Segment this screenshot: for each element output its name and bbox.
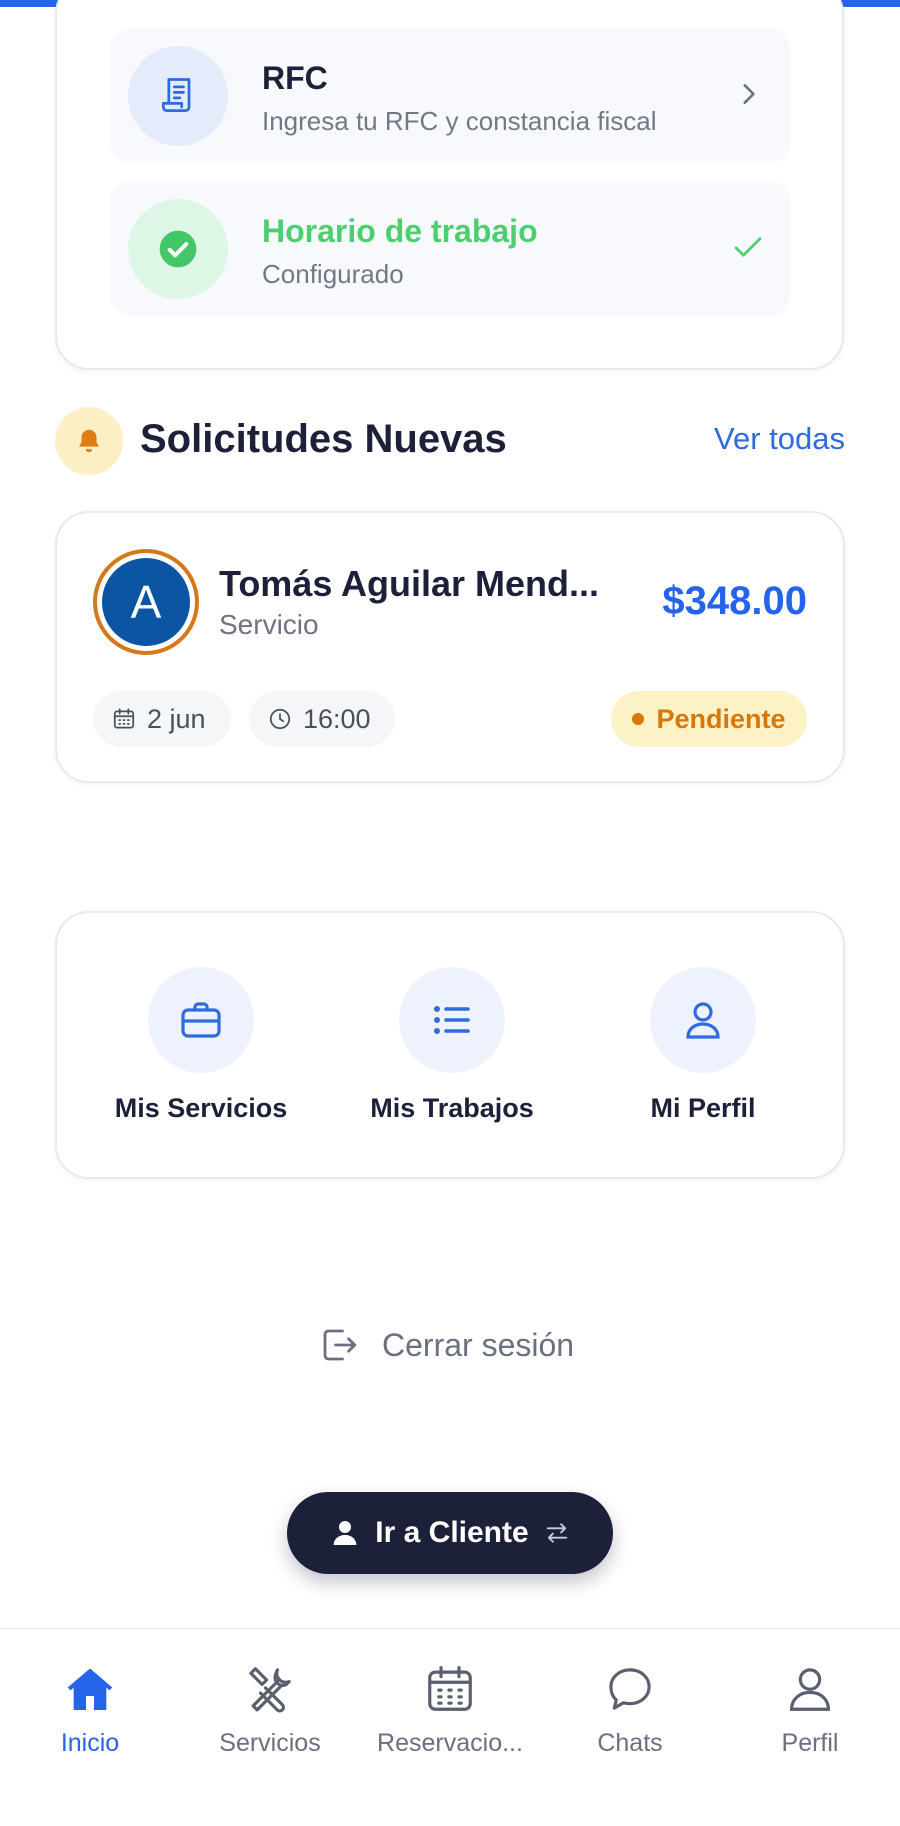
quick-label: Mis Trabajos	[370, 1093, 534, 1123]
swap-arrows-icon	[546, 1523, 567, 1543]
status-dot	[632, 713, 645, 725]
tab-label: Servicios	[219, 1729, 321, 1757]
avatar: A	[93, 549, 199, 655]
tab-label: Chats	[597, 1729, 663, 1757]
rfc-icon-circle	[128, 46, 228, 146]
switch-label: Ir a Cliente	[375, 1516, 529, 1549]
list-icon	[399, 967, 505, 1073]
tools-icon	[240, 1659, 300, 1719]
receipt-icon	[161, 78, 191, 113]
chevron-right-icon	[728, 74, 768, 114]
rfc-title: RFC	[262, 60, 328, 96]
home-icon	[60, 1659, 120, 1719]
service-label: Servicio	[219, 609, 319, 640]
calendar-icon	[113, 708, 135, 729]
tab-chats[interactable]: Chats	[540, 1659, 720, 1769]
chat-icon	[600, 1659, 660, 1719]
client-name: Tomás Aguilar Mend...	[219, 563, 600, 604]
person-icon	[333, 1521, 357, 1545]
checkmark-icon	[728, 227, 768, 267]
quick-label: Mis Servicios	[114, 1093, 288, 1123]
horario-subtitle: Configurado	[262, 259, 404, 289]
section-title: Solicitudes Nuevas	[140, 417, 507, 461]
briefcase-icon	[148, 967, 254, 1073]
date-chip: 2 jun	[93, 691, 231, 747]
request-card[interactable]: A Tomás Aguilar Mend... Servicio $348.00…	[55, 511, 845, 783]
horario-title: Horario de trabajo	[262, 213, 538, 249]
quick-action-mis-servicios[interactable]: Mis Servicios	[91, 967, 311, 1137]
quick-actions-card: Mis Servicios Mis Trabajos Mi Perfil	[55, 911, 845, 1179]
user-icon	[780, 1659, 840, 1719]
logout-button[interactable]: Cerrar sesión	[318, 1320, 574, 1370]
tab-label: Reservacio...	[377, 1729, 523, 1757]
tab-reservaciones[interactable]: Reservacio...	[360, 1659, 540, 1769]
quick-action-mis-trabajos[interactable]: Mis Trabajos	[342, 967, 562, 1137]
new-requests-header: Solicitudes Nuevas Ver todas	[55, 407, 845, 475]
rfc-subtitle: Ingresa tu RFC y constancia fiscal	[262, 106, 657, 136]
time-text: 16:00	[303, 703, 371, 734]
tab-label: Perfil	[781, 1729, 839, 1757]
clock-icon	[269, 708, 291, 730]
tab-label: Inicio	[60, 1729, 120, 1757]
time-chip: 16:00	[249, 691, 395, 747]
switch-to-client-button[interactable]: Ir a Cliente	[287, 1492, 613, 1574]
status-text: Pendiente	[656, 703, 786, 734]
bell-icon	[55, 407, 123, 475]
price: $348.00	[662, 579, 807, 623]
avatar-letter: A	[102, 558, 190, 646]
status-badge: Pendiente	[611, 691, 807, 747]
bottom-tab-bar: Inicio Servicios Reservacio... Chats Per…	[0, 1628, 900, 1826]
quick-label: Mi Perfil	[650, 1093, 756, 1123]
see-all-link[interactable]: Ver todas	[714, 421, 845, 457]
logout-icon	[323, 1329, 357, 1361]
check-circle-icon	[159, 230, 197, 268]
horario-icon-circle	[128, 199, 228, 299]
date-text: 2 jun	[147, 703, 206, 734]
tab-servicios[interactable]: Servicios	[180, 1659, 360, 1769]
calendar-icon	[420, 1659, 480, 1719]
tab-perfil[interactable]: Perfil	[720, 1659, 900, 1769]
setup-item-horario[interactable]: Horario de trabajo Configurado	[110, 181, 790, 316]
tab-inicio[interactable]: Inicio	[0, 1659, 180, 1769]
user-icon	[650, 967, 756, 1073]
setup-item-rfc[interactable]: RFC Ingresa tu RFC y constancia fiscal	[110, 28, 790, 163]
quick-action-mi-perfil[interactable]: Mi Perfil	[593, 967, 813, 1137]
logout-label: Cerrar sesión	[382, 1326, 575, 1363]
